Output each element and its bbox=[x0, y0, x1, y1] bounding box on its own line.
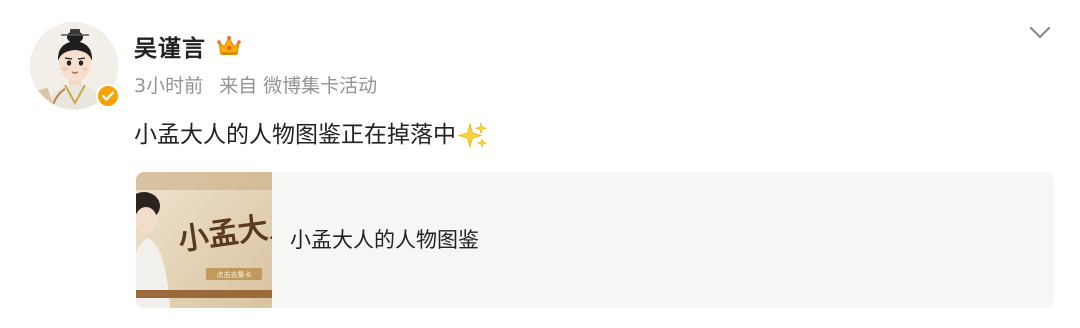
card-title[interactable]: 小孟大人的人物图鉴 bbox=[290, 224, 479, 256]
post-source[interactable]: 微博集卡活动 bbox=[263, 75, 377, 97]
chevron-down-icon[interactable] bbox=[1028, 22, 1052, 42]
weibo-post: 吴谨言 3小时前 来自 微博集卡活动 小孟大人的人物图鉴正在掉落中 小孟大人图 … bbox=[0, 0, 1080, 328]
post-meta: 3小时前 来自 微博集卡活动 bbox=[134, 72, 387, 100]
author-name[interactable]: 吴谨言 bbox=[134, 29, 206, 63]
source-prefix: 来自 bbox=[219, 75, 258, 97]
crown-icon[interactable] bbox=[216, 34, 242, 58]
avatar[interactable] bbox=[30, 22, 120, 110]
post-text: 小孟大人的人物图鉴正在掉落中 bbox=[134, 118, 488, 152]
card-thumbnail: 小孟大人图 点击去集卡 bbox=[136, 172, 330, 308]
thumb-subtext: 点击去集卡 bbox=[217, 270, 252, 279]
author-line: 吴谨言 bbox=[134, 30, 242, 62]
sparkles-icon bbox=[457, 120, 488, 150]
verified-check-icon bbox=[96, 84, 120, 108]
link-card[interactable]: 小孟大人图 点击去集卡 小孟大人的人物图鉴 bbox=[136, 172, 1054, 308]
post-time[interactable]: 3小时前 bbox=[134, 75, 203, 97]
post-text-content: 小孟大人的人物图鉴正在掉落中 bbox=[134, 122, 456, 148]
